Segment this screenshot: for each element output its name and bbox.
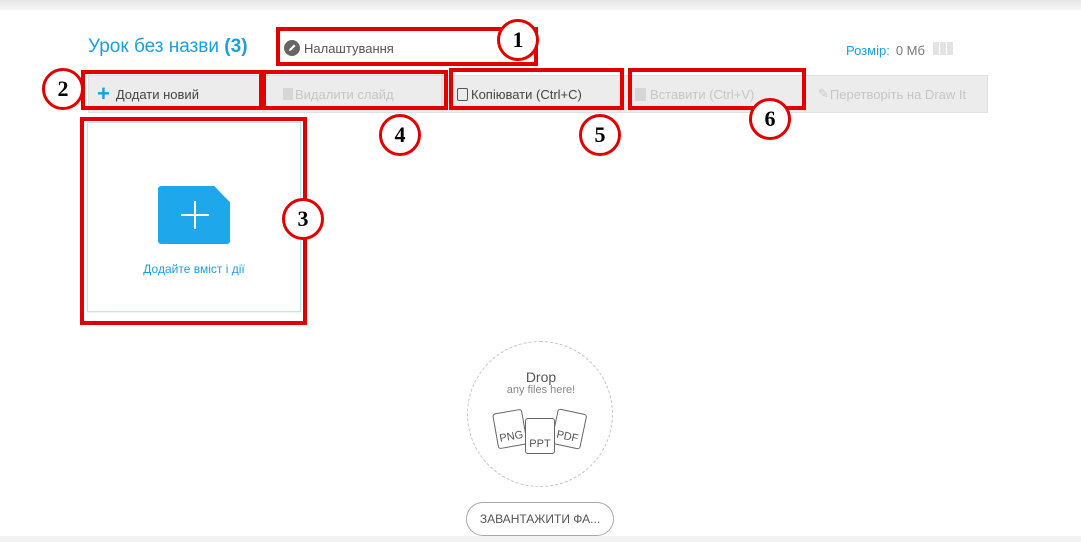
convert-label: Перетворіть на Draw It bbox=[829, 86, 967, 102]
annotation-number-3: 3 bbox=[282, 198, 324, 240]
ppt-label: PPT bbox=[529, 438, 551, 450]
annotation-number-5: 5 bbox=[579, 114, 621, 156]
pdf-file-icon: PDF bbox=[550, 408, 588, 450]
highlight-box-2 bbox=[81, 70, 263, 110]
annotation-number-6: 6 bbox=[749, 98, 791, 140]
annotation-number-1: 1 bbox=[497, 19, 539, 61]
highlight-box-5 bbox=[449, 68, 624, 110]
drop-title: Drop bbox=[525, 369, 557, 385]
upload-files-label: ЗАВАНТАЖИТИ ФА... bbox=[479, 512, 601, 526]
bottom-divider bbox=[0, 536, 1081, 542]
upload-files-button[interactable]: ЗАВАНТАЖИТИ ФА... bbox=[466, 502, 614, 536]
slide-count: (3) bbox=[224, 36, 248, 57]
png-file-icon: PNG bbox=[492, 408, 528, 450]
top-divider bbox=[0, 0, 1081, 10]
size-bar-icon bbox=[932, 42, 954, 58]
annotation-number-2: 2 bbox=[42, 68, 84, 110]
pen-icon: ✎ bbox=[818, 86, 829, 101]
convert-draw-it-button[interactable]: ✎ Перетворіть на Draw It bbox=[805, 75, 988, 113]
size-value: 0 Мб bbox=[895, 42, 925, 58]
pdf-label: PDF bbox=[555, 428, 580, 445]
highlight-box-3 bbox=[80, 117, 307, 325]
size-indicator: Розмір: 0 Мб bbox=[846, 42, 954, 58]
ppt-file-icon: PPT bbox=[525, 418, 555, 454]
lesson-title[interactable]: Урок без назви (3) bbox=[88, 36, 248, 58]
highlight-box-4 bbox=[262, 70, 448, 110]
annotation-number-4: 4 bbox=[379, 114, 421, 156]
file-drop-zone[interactable]: Drop any files here! PNG PDF PPT bbox=[467, 341, 613, 487]
png-label: PNG bbox=[498, 428, 525, 445]
size-label: Розмір: bbox=[846, 42, 890, 58]
drop-subtitle: any files here! bbox=[506, 384, 576, 396]
lesson-title-text: Урок без назви bbox=[88, 36, 220, 57]
